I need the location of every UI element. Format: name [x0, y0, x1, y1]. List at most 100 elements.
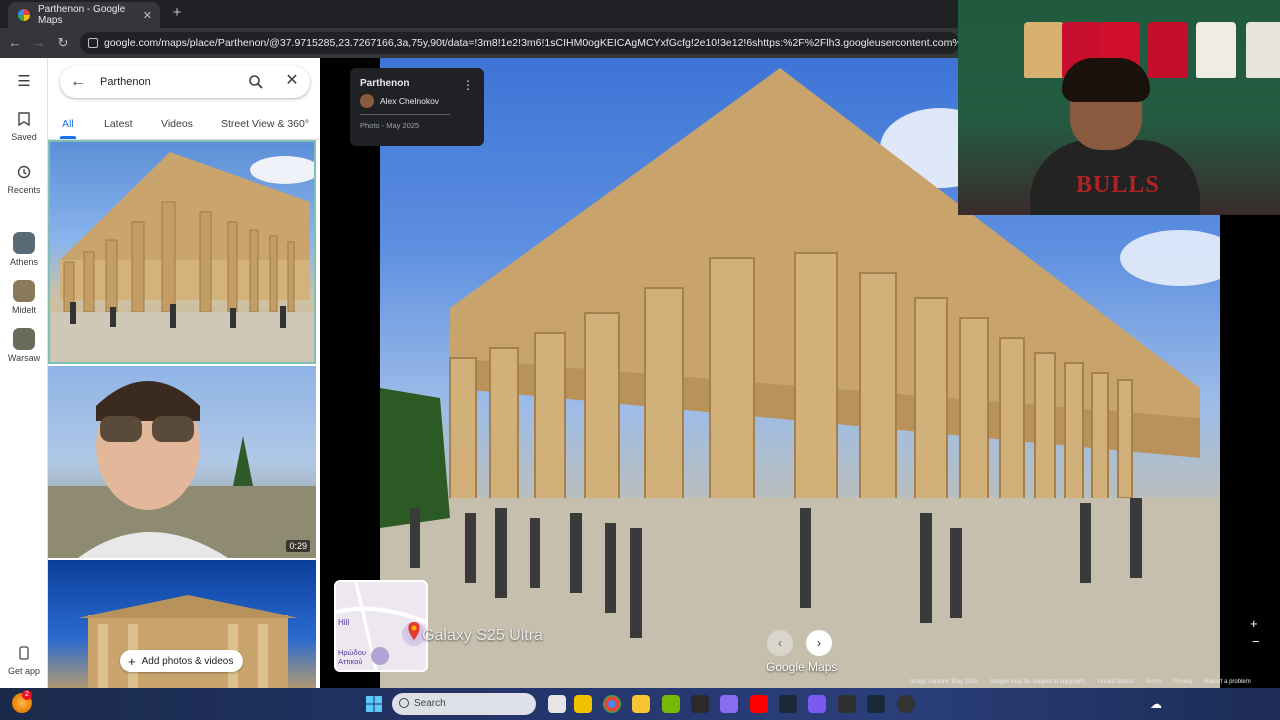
minimap-label-hill: Hill [338, 618, 350, 627]
rail-saved[interactable]: Saved [0, 112, 48, 142]
obs-icon[interactable] [897, 695, 915, 713]
tab-all[interactable]: All [62, 118, 74, 130]
google-maps-logo: Google Maps [766, 660, 838, 674]
jersey-decoration [1148, 22, 1188, 78]
jersey-decoration [1196, 22, 1236, 78]
menu-icon[interactable]: ☰ [0, 72, 48, 90]
back-arrow-icon[interactable]: ← [6, 34, 24, 52]
tab-latest[interactable]: Latest [104, 118, 133, 130]
rail-recents-label: Recents [7, 185, 41, 195]
jersey-decoration [1024, 22, 1064, 78]
search-input[interactable] [100, 72, 230, 92]
warsaw-thumbnail [13, 328, 35, 350]
add-photos-label: Add photos & videos [141, 655, 234, 667]
new-tab-button[interactable]: + [168, 4, 186, 22]
url-text: google.com/maps/place/Parthenon/@37.9715… [104, 37, 960, 49]
person-in-sunglasses-illustration [48, 381, 316, 558]
rail-recent-warsaw[interactable]: Warsaw [0, 328, 48, 363]
photos-panel: ← ✕ All Latest Videos Street View & 360° [48, 58, 320, 688]
bookmark-icon [16, 112, 32, 128]
history-icon [16, 165, 32, 181]
rail-recent-label: Midelt [11, 305, 36, 315]
add-photos-button[interactable]: + Add photos & videos [120, 650, 244, 672]
app-icon[interactable] [808, 695, 826, 713]
jersey-decoration [1246, 22, 1280, 78]
rail-recent-label: Warsaw [7, 353, 41, 363]
youtube-icon[interactable] [750, 695, 768, 713]
browser-tab-bar: Parthenon - Google Maps ✕ + [0, 0, 960, 28]
rail-get-app[interactable]: Get app [0, 646, 48, 676]
photo-thumbnail-parthenon[interactable] [48, 140, 316, 364]
steam-icon[interactable] [779, 695, 797, 713]
video-thumbnail-selfie[interactable]: 0:29 [48, 366, 316, 558]
rail-recent-athens[interactable]: Athens [0, 232, 48, 267]
rail-saved-label: Saved [11, 132, 37, 142]
nvidia-icon[interactable] [662, 695, 680, 713]
tab-close-icon[interactable]: ✕ [143, 9, 152, 22]
rail-recent-midelt[interactable]: Midelt [0, 280, 48, 315]
browser-tab[interactable]: Parthenon - Google Maps ✕ [8, 2, 160, 28]
info-divider [360, 114, 450, 115]
report-problem-link[interactable]: Report a problem [1204, 679, 1250, 685]
minimap[interactable]: Hill Ηρώδου Αττικού [334, 580, 428, 672]
athens-thumbnail [13, 232, 35, 254]
tab-title: Parthenon - Google Maps [38, 4, 126, 26]
place-title[interactable]: Parthenon [360, 78, 409, 89]
site-info-icon[interactable] [88, 38, 98, 48]
terms-link[interactable]: Terms [1145, 679, 1161, 685]
minimap-label-street: Ηρώδου Αττικού [338, 648, 366, 666]
rail-recent-label: Athens [9, 257, 39, 267]
more-options-icon[interactable]: ⋮ [462, 78, 474, 92]
camera-watermark: Galaxy S25 Ultra [422, 627, 543, 644]
onedrive-cloud-icon[interactable]: ☁ [1150, 697, 1162, 711]
windows-start-icon[interactable] [366, 696, 382, 712]
rail-recents[interactable]: Recents [0, 165, 48, 195]
rail-get-app-label: Get app [7, 666, 41, 676]
privacy-link[interactable]: Privacy [1173, 679, 1193, 685]
search-back-arrow-icon[interactable]: ← [68, 72, 88, 92]
next-photo-button[interactable]: › [806, 630, 832, 656]
zoom-in-button[interactable]: + [1250, 616, 1258, 631]
parthenon-illustration [50, 152, 314, 362]
left-rail: ☰ Saved Recents Athens Midelt Warsaw Get… [0, 58, 48, 688]
chrome-icon[interactable] [603, 695, 621, 713]
app-icon[interactable] [838, 695, 856, 713]
epic-games-icon[interactable] [691, 695, 709, 713]
file-explorer-icon[interactable] [632, 695, 650, 713]
search-box: ← ✕ [60, 66, 310, 98]
app-icon[interactable] [720, 695, 738, 713]
reload-icon[interactable]: ↻ [54, 34, 72, 52]
photo-date: Photo - May 2025 [360, 121, 420, 130]
url-field[interactable]: google.com/maps/place/Parthenon/@37.9715… [80, 32, 960, 54]
shirt-logo: BULLS [1076, 172, 1160, 198]
steam-icon[interactable] [867, 695, 885, 713]
video-duration: 0:29 [286, 540, 310, 552]
author-name[interactable]: Alex Chelnokov [380, 96, 439, 106]
streamer-hair [1062, 58, 1150, 102]
photo-info-card: Parthenon ⋮ Alex Chelnokov Photo - May 2… [350, 68, 484, 146]
phone-icon [16, 646, 32, 662]
author-avatar[interactable] [360, 94, 374, 108]
notification-badge: 2 [22, 690, 32, 700]
image-capture-text: Image capture: May 2025 [910, 679, 979, 685]
region-link[interactable]: United States [1097, 679, 1133, 685]
windows-taskbar: 2 Search ☁ [0, 688, 1280, 720]
midelt-thumbnail [13, 280, 35, 302]
tab-videos[interactable]: Videos [161, 118, 193, 130]
plus-icon: + [128, 653, 136, 669]
google-maps-favicon-icon [18, 9, 30, 21]
search-close-icon[interactable]: ✕ [282, 71, 302, 91]
task-view-icon[interactable] [548, 695, 566, 713]
copyright-text: Images may be subject to copyright. [989, 679, 1086, 685]
viewer-footer: Image capture: May 2025 Images may be su… [910, 679, 1280, 688]
tab-street-view[interactable]: Street View & 360° [221, 118, 309, 130]
roblox-icon[interactable] [574, 695, 592, 713]
taskbar-search[interactable]: Search [392, 693, 536, 715]
zoom-out-button[interactable]: − [1252, 634, 1260, 649]
address-bar-row: ← → ↻ google.com/maps/place/Parthenon/@3… [0, 28, 960, 58]
previous-photo-button[interactable]: ‹ [767, 630, 793, 656]
taskbar-search-label: Search [414, 698, 446, 709]
forward-arrow-icon[interactable]: → [30, 34, 48, 52]
search-icon[interactable] [248, 74, 264, 90]
taskbar-search-icon [399, 698, 409, 708]
